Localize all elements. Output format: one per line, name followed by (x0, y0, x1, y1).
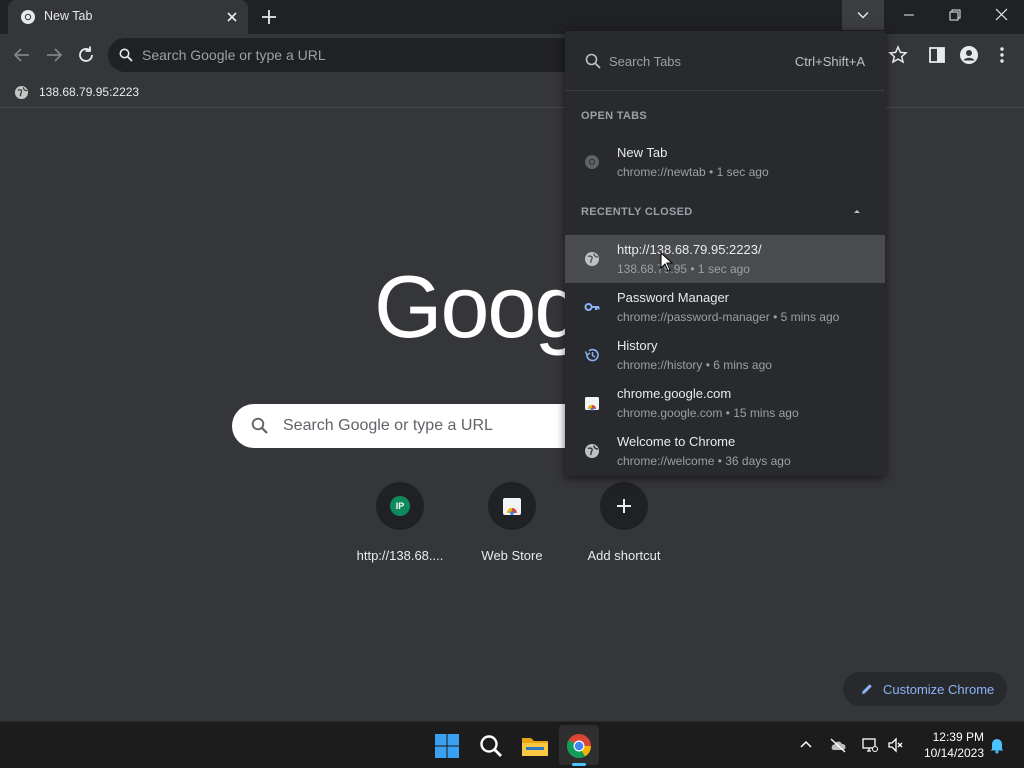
tab-item-subtitle: chrome.google.com • 15 mins ago (617, 406, 799, 420)
menu-kebab-icon[interactable] (991, 44, 1013, 66)
customize-label: Customize Chrome (883, 682, 995, 697)
recently-closed-item[interactable]: http://138.68.79.95:2223/ 138.68.79.95 •… (565, 235, 885, 283)
windows-start-icon[interactable] (431, 730, 463, 762)
close-icon (995, 8, 1008, 21)
omnibox-placeholder: Search Google or type a URL (142, 47, 326, 63)
taskbar: 12:39 PM 10/14/2023 (0, 721, 1024, 768)
tab-item-subtitle: chrome://newtab • 1 sec ago (617, 165, 769, 179)
profile-icon[interactable] (958, 44, 980, 66)
shortcut-label: Add shortcut (587, 548, 661, 563)
tab-item-title: Welcome to Chrome (617, 434, 736, 449)
file-explorer-icon[interactable] (519, 730, 551, 762)
pencil-icon (862, 684, 872, 694)
clock-date: 10/14/2023 (923, 746, 984, 760)
recently-closed-item[interactable]: History chrome://history • 6 mins ago (565, 331, 885, 379)
ip-avatar-icon: IP (390, 496, 410, 516)
shortcut-label: http://138.68.... (356, 548, 444, 563)
title-bar: New Tab (0, 0, 1024, 34)
search-icon (119, 48, 133, 62)
minimize-button[interactable] (886, 0, 932, 30)
side-panel-icon[interactable] (926, 44, 948, 66)
tab-item-title: New Tab (617, 145, 668, 160)
onedrive-offline-icon[interactable] (829, 736, 847, 754)
chevron-down-icon (857, 12, 869, 19)
close-icon[interactable] (223, 8, 241, 26)
tab-search-popup: Search Tabs Ctrl+Shift+A OPEN TABS New T… (565, 31, 885, 476)
tab-search-button[interactable] (842, 0, 884, 30)
recently-closed-header: RECENTLY CLOSED (581, 206, 693, 218)
reload-icon[interactable] (75, 44, 97, 66)
chrome-icon (585, 155, 599, 169)
tab-item-title: http://138.68.79.95:2223/ (617, 242, 762, 257)
new-tab-button[interactable] (258, 6, 280, 28)
open-tabs-header: OPEN TABS (581, 110, 648, 122)
recently-closed-item[interactable]: chrome.google.com chrome.google.com • 15… (565, 379, 885, 427)
tab-search-placeholder: Search Tabs (609, 54, 682, 69)
tab-item-title: chrome.google.com (617, 386, 732, 401)
omnibox[interactable]: Search Google or type a URL (108, 38, 578, 72)
minimize-icon (904, 14, 914, 16)
tab-search-shortcut: Ctrl+Shift+A (794, 54, 865, 69)
chrome-web-store-icon (503, 498, 521, 515)
shortcut-label: Web Store (481, 548, 543, 563)
shortcut-tile (488, 482, 536, 530)
tab-item-title: History (617, 338, 658, 353)
bookmark-star-icon[interactable] (887, 44, 909, 66)
mouse-cursor-icon (660, 252, 674, 272)
restore-icon (949, 9, 961, 21)
globe-icon (14, 85, 29, 99)
shortcut-tile: IP (376, 482, 424, 530)
collapse-chevron-icon[interactable] (851, 206, 863, 216)
close-window-button[interactable] (978, 0, 1024, 30)
forward-arrow-icon[interactable] (43, 44, 65, 66)
chrome-icon[interactable] (563, 730, 595, 762)
tab-item-subtitle: 138.68.79.95 • 1 sec ago (617, 262, 750, 276)
key-icon (584, 303, 600, 311)
network-icon[interactable] (861, 736, 879, 754)
globe-icon (585, 252, 599, 266)
tab-title: New Tab (44, 9, 93, 23)
tab-search-input[interactable]: Search Tabs Ctrl+Shift+A (565, 31, 885, 91)
web-store-icon (585, 397, 599, 411)
search-icon (585, 53, 601, 69)
recently-closed-item[interactable]: Welcome to Chrome chrome://welcome • 36 … (565, 427, 885, 475)
back-arrow-icon[interactable] (11, 44, 33, 66)
globe-icon (585, 444, 599, 458)
bookmark-label: 138.68.79.95:2223 (39, 85, 140, 99)
notification-bell-icon[interactable] (988, 736, 1006, 754)
ntp-search-placeholder: Search Google or type a URL (283, 417, 493, 434)
history-icon (584, 348, 599, 362)
volume-muted-icon[interactable] (886, 736, 904, 754)
tab-item-subtitle: chrome://welcome • 36 days ago (617, 454, 791, 468)
bookmark-item[interactable]: 138.68.79.95:2223 (14, 82, 139, 102)
chevron-up-icon[interactable] (797, 736, 815, 754)
shortcut-tile (600, 482, 648, 530)
chrome-icon (21, 10, 35, 24)
shortcut-ip[interactable]: IP http://138.68.... (344, 482, 456, 572)
plus-icon (617, 499, 631, 513)
restore-button[interactable] (932, 0, 978, 30)
active-app-indicator (572, 763, 586, 766)
open-tab-item[interactable]: New Tab chrome://newtab • 1 sec ago (565, 138, 885, 186)
tab-new-tab[interactable]: New Tab (8, 0, 248, 34)
clock-time: 12:39 PM (932, 730, 984, 744)
search-icon (251, 417, 268, 434)
customize-chrome-button[interactable]: Customize Chrome (843, 672, 1007, 706)
recently-closed-item[interactable]: Password Manager chrome://password-manag… (565, 283, 885, 331)
tab-item-subtitle: chrome://history • 6 mins ago (617, 358, 772, 372)
shortcut-web-store[interactable]: Web Store (456, 482, 568, 572)
search-icon[interactable] (475, 730, 507, 762)
system-clock[interactable]: 12:39 PM 10/14/2023 (912, 729, 984, 761)
tab-item-subtitle: chrome://password-manager • 5 mins ago (617, 310, 840, 324)
tab-item-title: Password Manager (617, 290, 729, 305)
add-shortcut-button[interactable]: Add shortcut (568, 482, 680, 572)
